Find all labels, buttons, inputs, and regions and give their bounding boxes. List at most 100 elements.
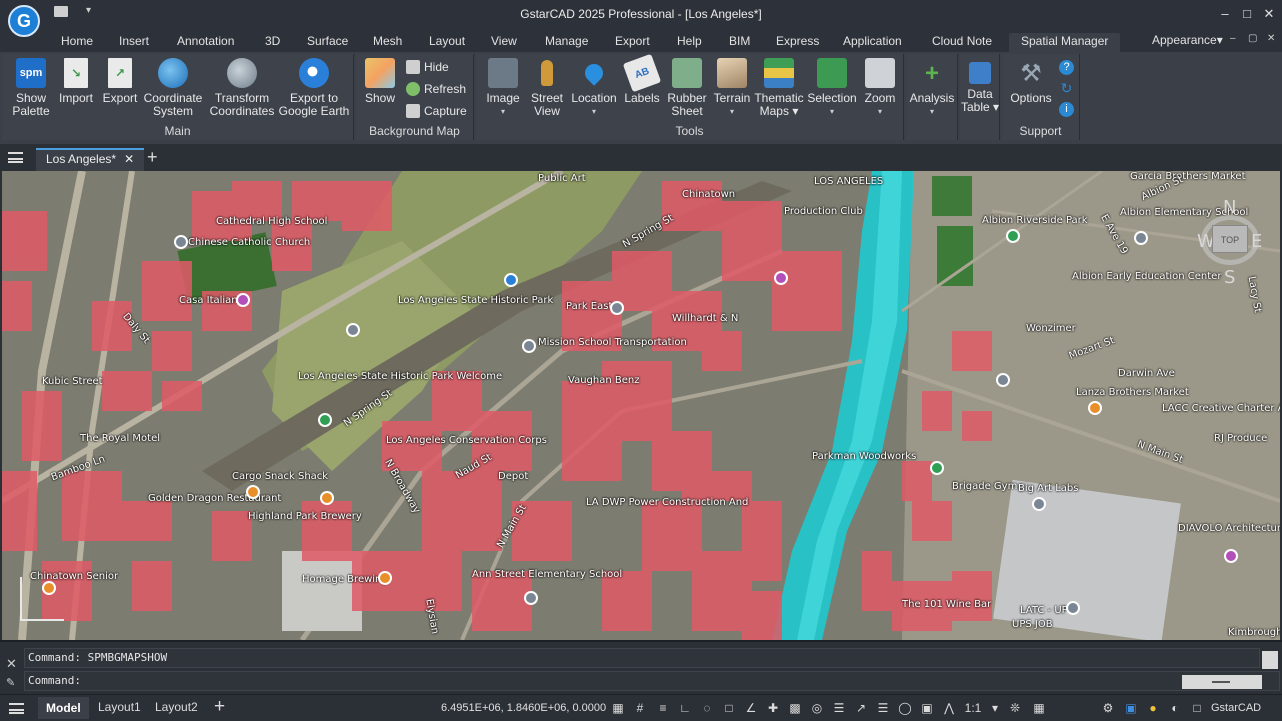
layers-icon[interactable]: ☰ bbox=[876, 701, 890, 715]
tab-layout[interactable]: Layout bbox=[429, 33, 465, 52]
poi-pin-icon[interactable] bbox=[524, 591, 538, 605]
tab-view[interactable]: View bbox=[491, 33, 517, 52]
dynamic-ucs-icon[interactable]: ✚ bbox=[766, 701, 780, 715]
selection-cycling-icon[interactable]: ◎ bbox=[810, 701, 824, 715]
park-pin-icon[interactable] bbox=[1006, 229, 1020, 243]
tab-layout2[interactable]: Layout2 bbox=[155, 700, 198, 714]
ribbon-minimize-button[interactable]: – bbox=[1230, 33, 1236, 44]
parking-icon[interactable] bbox=[504, 273, 518, 287]
tab-help[interactable]: Help bbox=[677, 33, 702, 52]
tab-express[interactable]: Express bbox=[776, 33, 819, 52]
food-pin-icon[interactable] bbox=[42, 581, 56, 595]
poi-pin-icon[interactable] bbox=[522, 339, 536, 353]
document-tab-los-angeles[interactable]: Los Angeles* ✕ bbox=[36, 148, 145, 171]
poi-pin-icon[interactable] bbox=[774, 271, 788, 285]
gstarcad-logo-icon[interactable]: G bbox=[8, 5, 40, 37]
transparency-icon[interactable]: ▩ bbox=[788, 701, 802, 715]
isolate-objects-bulb-icon[interactable]: ● bbox=[1146, 701, 1160, 715]
street-view-button[interactable]: Street View bbox=[526, 58, 568, 118]
food-pin-icon[interactable] bbox=[320, 491, 334, 505]
object-snap-icon[interactable]: □ bbox=[722, 701, 736, 715]
settings-gear-icon[interactable]: ⚙ bbox=[1101, 701, 1115, 715]
model-space-icon[interactable]: ▣ bbox=[920, 701, 934, 715]
ortho-mode-icon[interactable]: ∟ bbox=[678, 701, 692, 715]
poi-pin-icon[interactable] bbox=[1134, 231, 1148, 245]
show-palette-button[interactable]: spm Show Palette bbox=[6, 58, 56, 118]
food-pin-icon[interactable] bbox=[246, 485, 260, 499]
tab-insert[interactable]: Insert bbox=[119, 33, 149, 52]
location-button[interactable]: Location ▾ bbox=[570, 58, 618, 118]
transform-coordinates-button[interactable]: Transform Coordinates bbox=[206, 58, 278, 118]
tab-manage[interactable]: Manage bbox=[545, 33, 588, 52]
grid-display-icon[interactable]: # bbox=[633, 701, 647, 715]
quick-properties-icon[interactable]: ◯ bbox=[898, 701, 912, 715]
analysis-button[interactable]: + Analysis ▾ bbox=[908, 58, 956, 118]
park-pin-icon[interactable] bbox=[318, 413, 332, 427]
tab-spatial-manager[interactable]: Spatial Manager bbox=[1009, 33, 1121, 52]
refresh-button[interactable]: Refresh bbox=[406, 82, 466, 96]
close-tab-icon[interactable]: ✕ bbox=[124, 152, 134, 166]
coordinate-system-button[interactable]: Coordinate System bbox=[142, 58, 204, 118]
poi-pin-icon[interactable] bbox=[236, 293, 250, 307]
close-command-line-icon[interactable]: ✕ bbox=[6, 656, 17, 672]
viewcube-south[interactable]: S bbox=[1224, 267, 1235, 288]
document-menu-icon[interactable] bbox=[8, 152, 23, 163]
workspace-icon[interactable]: ▦ bbox=[1032, 701, 1046, 715]
info-icon[interactable]: i bbox=[1059, 102, 1074, 117]
viewcube-top-face[interactable]: TOP bbox=[1212, 225, 1248, 253]
poi-pin-icon[interactable] bbox=[1032, 497, 1046, 511]
command-input[interactable]: Command: bbox=[24, 671, 1280, 691]
lineweight-icon[interactable]: ☰ bbox=[832, 701, 846, 715]
tab-annotation[interactable]: Annotation bbox=[177, 33, 234, 52]
clean-screen-icon[interactable]: □ bbox=[1190, 701, 1204, 715]
new-tab-button[interactable]: + bbox=[147, 147, 158, 168]
tab-home[interactable]: Home bbox=[61, 33, 93, 52]
close-button[interactable]: ✕ bbox=[1261, 6, 1277, 22]
annotation-scale[interactable]: 1:1 bbox=[960, 701, 986, 715]
command-customize-icon[interactable]: ✎ bbox=[6, 676, 15, 689]
poi-pin-icon[interactable] bbox=[1224, 549, 1238, 563]
dynamic-input-icon[interactable]: ↗ bbox=[854, 701, 868, 715]
tab-mesh[interactable]: Mesh bbox=[373, 33, 402, 52]
image-button[interactable]: Image ▾ bbox=[482, 58, 524, 118]
tab-3d[interactable]: 3D bbox=[265, 33, 280, 52]
labels-button[interactable]: AB Labels bbox=[620, 53, 664, 105]
tab-surface[interactable]: Surface bbox=[307, 33, 348, 52]
drawing-canvas-map[interactable]: Public Art Chinatown LOS ANGELES Garcia … bbox=[2, 171, 1280, 640]
infer-constraints-icon[interactable]: ≡ bbox=[656, 701, 670, 715]
options-button[interactable]: ⚒ Options bbox=[1008, 58, 1054, 105]
terrain-button[interactable]: Terrain ▾ bbox=[710, 58, 754, 118]
viewcube[interactable]: N S W E TOP bbox=[1197, 197, 1263, 288]
show-background-map-button[interactable]: Show bbox=[360, 58, 400, 105]
minimize-button[interactable]: – bbox=[1217, 6, 1233, 22]
tab-model[interactable]: Model bbox=[38, 697, 89, 719]
rubber-sheet-button[interactable]: Rubber Sheet bbox=[664, 58, 710, 118]
appearance-menu[interactable]: Appearance▾ bbox=[1152, 33, 1223, 47]
capture-button[interactable]: Capture bbox=[406, 104, 467, 118]
viewcube-east[interactable]: E bbox=[1251, 231, 1262, 252]
add-layout-button[interactable]: + bbox=[214, 696, 225, 718]
export-to-google-earth-button[interactable]: Export to Google Earth bbox=[274, 58, 354, 118]
snap-mode-icon[interactable]: ▦ bbox=[611, 701, 625, 715]
viewcube-north[interactable]: N bbox=[1223, 197, 1236, 218]
zoom-button[interactable]: Zoom ▾ bbox=[858, 58, 902, 118]
poi-pin-icon[interactable] bbox=[174, 235, 188, 249]
tab-application[interactable]: Application bbox=[843, 33, 902, 52]
polar-tracking-icon[interactable]: ◌ bbox=[700, 701, 714, 715]
layout-menu-icon[interactable] bbox=[9, 703, 24, 714]
poi-pin-icon[interactable] bbox=[1066, 601, 1080, 615]
tab-bim[interactable]: BIM bbox=[729, 33, 750, 52]
annotation-auto-scale-icon[interactable]: ❊ bbox=[1008, 701, 1022, 715]
help-icon[interactable]: ? bbox=[1059, 60, 1074, 75]
annotation-visibility-icon[interactable]: ⋀ bbox=[942, 701, 956, 715]
tab-cloud-note[interactable]: Cloud Note bbox=[932, 33, 992, 52]
hide-button[interactable]: Hide bbox=[406, 60, 449, 74]
export-button[interactable]: ↗ Export bbox=[98, 58, 142, 105]
poi-pin-icon[interactable] bbox=[996, 373, 1010, 387]
selection-button[interactable]: Selection ▾ bbox=[806, 58, 858, 118]
command-history-scrollbar[interactable] bbox=[1262, 651, 1278, 669]
park-pin-icon[interactable] bbox=[930, 461, 944, 475]
import-button[interactable]: ↘ Import bbox=[54, 58, 98, 105]
tab-layout1[interactable]: Layout1 bbox=[98, 700, 141, 714]
ribbon-restore-button[interactable]: ▢ bbox=[1248, 33, 1257, 44]
